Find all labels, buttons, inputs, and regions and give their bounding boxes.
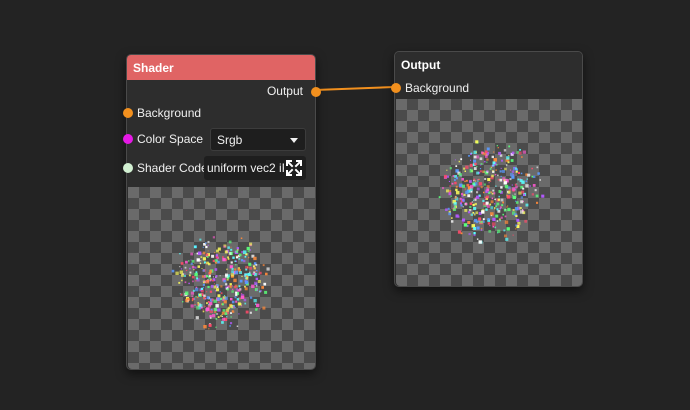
output-background-label: Background [405,81,470,95]
particle-sphere-image [171,236,270,330]
background-input-row: Background [137,104,201,122]
shader-code-input-row: Shader Code [137,159,208,177]
color-space-select[interactable]: Srgb [210,128,306,151]
expand-icon[interactable] [284,158,304,178]
output-node-header[interactable]: Output [395,52,582,77]
shader-code-input-port[interactable] [123,163,133,173]
node-graph-canvas[interactable]: Shader Output Background Color Space Srg… [0,0,690,410]
shader-node[interactable]: Shader Output Background Color Space Srg… [123,54,321,370]
output-node[interactable]: Output Background [391,51,583,287]
output-preview [396,99,582,286]
background-input-port[interactable] [123,108,133,118]
shader-output-port[interactable] [311,87,321,97]
shader-code-value: uniform vec2 iR [207,161,291,175]
shader-code-label: Shader Code [137,161,208,175]
shader-code-input[interactable]: uniform vec2 iR [204,156,306,180]
shader-output-label: Output [266,84,303,98]
output-background-input-row: Background [405,79,469,97]
output-background-input-port[interactable] [391,83,401,93]
chevron-down-icon [290,138,298,143]
color-space-value: Srgb [217,132,243,147]
connection-wire-layer [314,86,395,91]
shader-output-port-row: Output [267,82,303,100]
shader-node-title: Shader [133,60,174,75]
shader-node-header[interactable]: Shader [127,55,315,80]
color-space-input-port[interactable] [123,134,133,144]
shader-preview [128,187,315,369]
particle-sphere-image [438,140,545,244]
background-input-label: Background [137,106,202,120]
color-space-label: Color Space [137,132,204,146]
connection-wire[interactable] [314,86,395,91]
color-space-input-row: Color Space [137,130,203,148]
output-node-title: Output [401,57,441,72]
